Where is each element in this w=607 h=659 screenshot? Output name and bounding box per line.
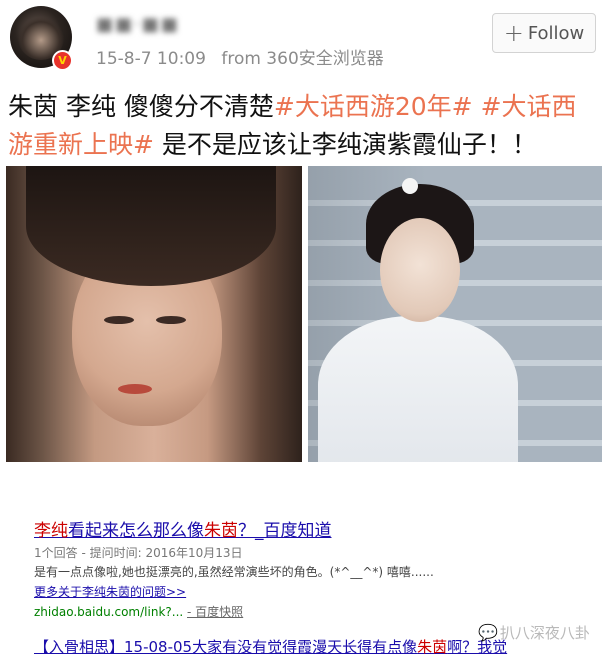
portrait-lips — [118, 384, 152, 394]
wechat-watermark: 💬 扒八深夜八卦 — [478, 623, 590, 642]
search-result-meta: 1个回答 - 提问时间: 2016年10月13日 — [34, 546, 243, 560]
wechat-icon: 💬 — [478, 623, 498, 642]
search-result-title[interactable]: 李纯看起来怎么那么像朱茵？_百度知道 — [34, 516, 332, 541]
username[interactable]: ■■·■■ — [96, 14, 188, 36]
plus-icon: + — [503, 19, 524, 47]
portrait-hair — [26, 166, 276, 286]
search-result-url[interactable]: zhidao.baidu.com/link?... — [34, 605, 183, 619]
post-meta: 15-8-7 10:09 from 360安全浏览器 — [96, 44, 394, 69]
post-timestamp: 15-8-7 10:09 — [96, 49, 206, 69]
portrait-face — [380, 218, 460, 322]
hashtag-link[interactable]: #大话西游20年# — [274, 92, 473, 121]
portrait-eye — [156, 316, 186, 324]
photo-zhu-yin[interactable] — [6, 166, 302, 462]
search-result-title-2[interactable]: 【入骨相思】15-08-05大家有没有觉得霞漫天长得有点像朱茵啊？我觉 — [34, 636, 507, 657]
photo-li-chun[interactable] — [308, 166, 602, 462]
hair-ornament — [402, 178, 418, 194]
post-text: 朱茵 李纯 傻傻分不清楚#大话西游20年# #大话西游重新上映# 是不是应该让李… — [8, 88, 600, 164]
post-ending: 是不是应该让李纯演紫霞仙子！！ — [153, 130, 537, 159]
white-robe — [318, 316, 518, 462]
post-source: from 360安全浏览器 — [221, 49, 384, 69]
search-result-snippet: 是有一点点像啦,她也挺漂亮的,虽然经常演些坏的角色。(*^__^*) 嘻嘻...… — [34, 565, 434, 579]
search-result-more-link[interactable]: 更多关于李纯朱茵的问题>> — [34, 583, 186, 600]
verified-v-icon: V — [52, 50, 73, 71]
post-intro: 朱茵 李纯 傻傻分不清楚 — [8, 92, 274, 121]
cache-link[interactable]: - 百度快照 — [187, 605, 243, 619]
portrait-eye — [104, 316, 134, 324]
follow-button[interactable]: + Follow — [492, 13, 596, 53]
follow-label: Follow — [527, 22, 585, 44]
search-result-url-line: zhidao.baidu.com/link?... - 百度快照 — [34, 603, 243, 620]
